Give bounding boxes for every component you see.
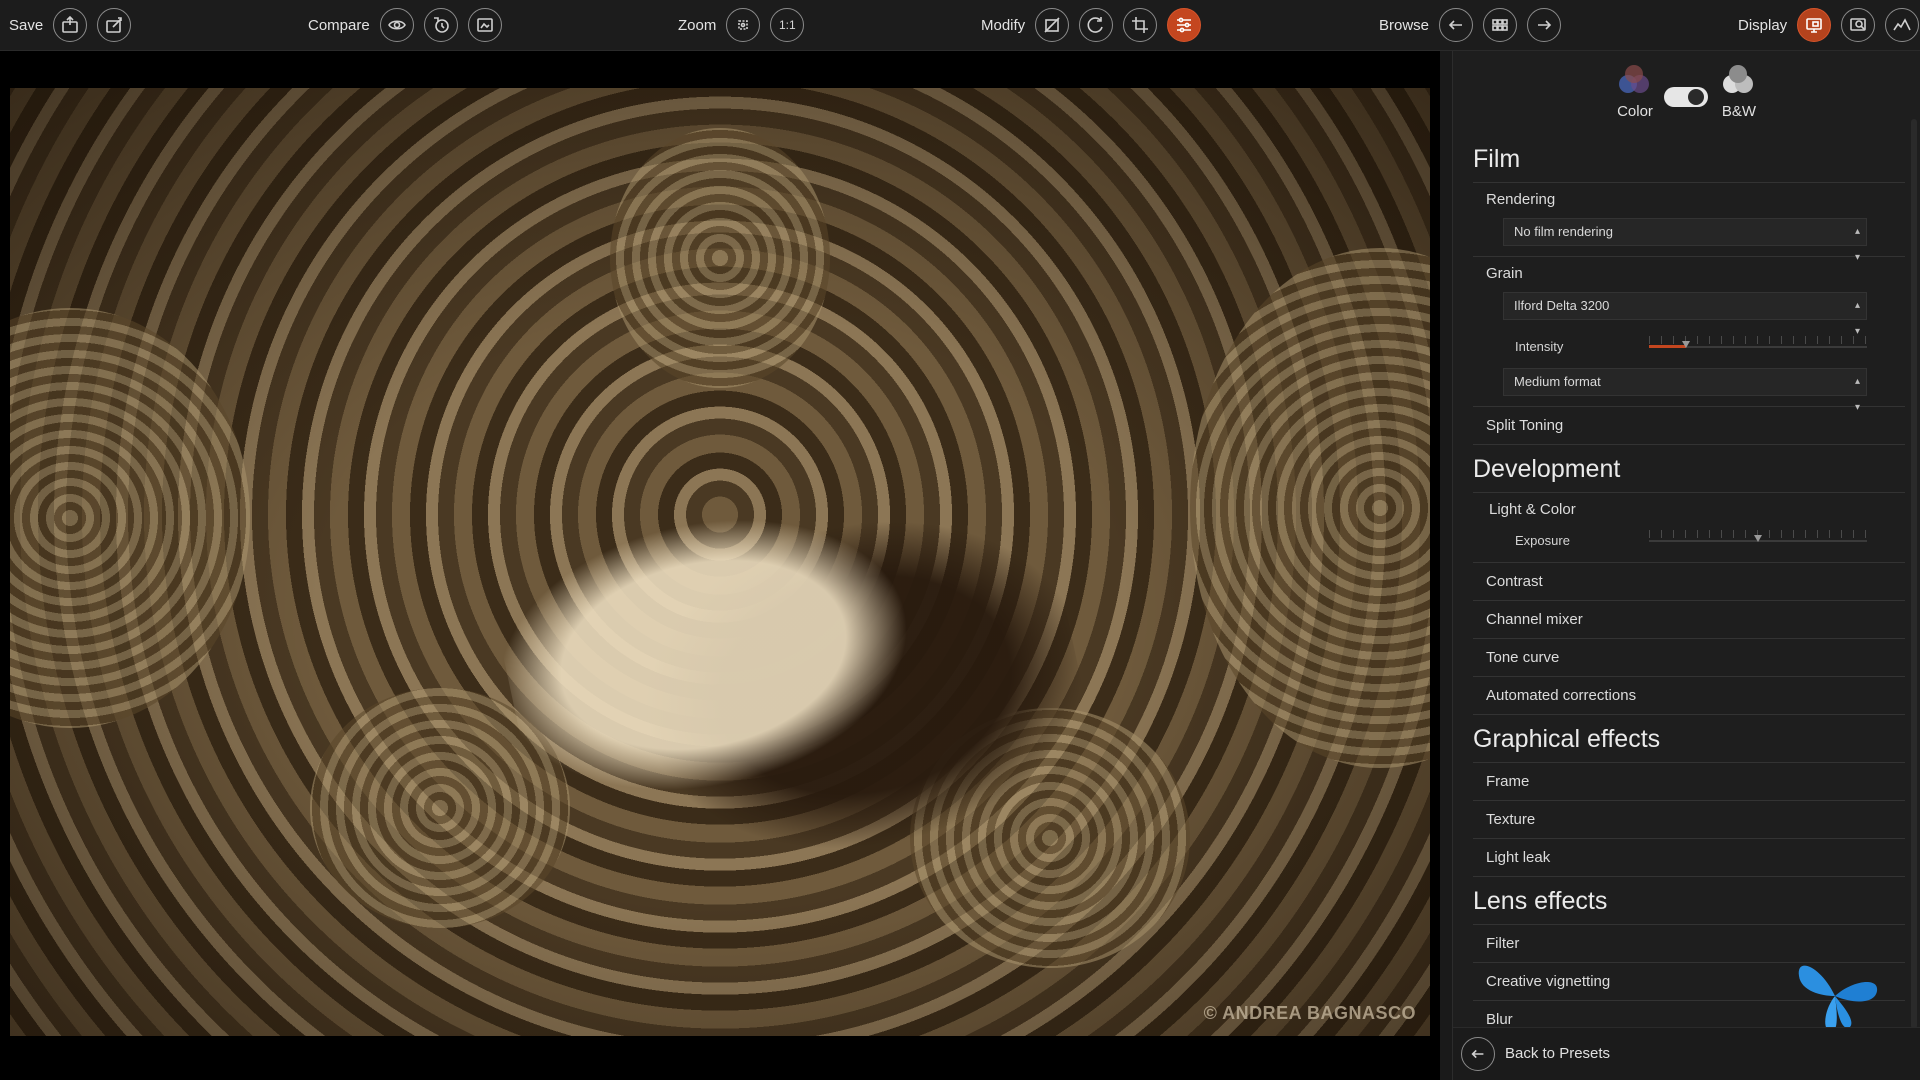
panel-scroll-area[interactable]: Film Rendering No film rendering ▴ ▾ Grai…	[1473, 135, 1905, 1025]
format-select-value: Medium format	[1514, 374, 1601, 389]
mosaic-swirl-left	[10, 308, 250, 728]
history-icon	[433, 17, 449, 33]
histogram-icon	[1893, 18, 1911, 31]
select-arrows-icon: ▴ ▾	[1854, 226, 1860, 263]
export-edit-icon	[106, 17, 123, 33]
image-viewer[interactable]: © ANDREA BAGNASCO	[0, 51, 1440, 1080]
mode-color-label: Color	[1617, 103, 1653, 120]
browse-previous-button[interactable]	[1439, 8, 1474, 42]
photo-copyright: © ANDREA BAGNASCO	[1203, 1003, 1416, 1023]
compare-history-button[interactable]	[423, 8, 458, 42]
exposure-handle[interactable]	[1754, 535, 1762, 542]
eye-icon	[387, 20, 406, 30]
compare-eye-button[interactable]	[379, 8, 414, 42]
color-circles-icon	[1615, 65, 1655, 99]
light-color-label[interactable]: Light & Color	[1473, 493, 1905, 524]
bw-circles-icon	[1719, 65, 1759, 99]
mode-bw-label: B&W	[1721, 103, 1757, 120]
browse-group: Browse	[1379, 7, 1562, 43]
zoom-label: Zoom	[678, 16, 717, 34]
frame-item[interactable]: Frame	[1473, 763, 1905, 801]
adjust-sliders-icon	[1177, 17, 1192, 33]
back-bar: Back to Presets	[1453, 1027, 1920, 1080]
texture-item[interactable]: Texture	[1473, 801, 1905, 839]
tone-curve-item[interactable]: Tone curve	[1473, 639, 1905, 677]
rendering-select[interactable]: No film rendering ▴ ▾	[1503, 218, 1867, 263]
adjust-button[interactable]	[1167, 8, 1202, 42]
export-image-icon	[62, 15, 79, 33]
modify-group: Modify	[981, 7, 1202, 43]
mosaic-swirl-top	[610, 128, 830, 388]
zoom-one-to-one-label: 1:1	[779, 18, 796, 32]
display-group: Display	[1738, 7, 1920, 43]
grain-label: Grain	[1486, 265, 1523, 282]
zoom-one-to-one-button[interactable]: 1:1	[770, 8, 805, 42]
mode-bw[interactable]: B&W	[1699, 65, 1779, 120]
select-arrows-icon: ▴ ▾	[1854, 376, 1860, 413]
zoom-group: Zoom 1:1	[678, 7, 805, 43]
crop-button[interactable]	[1123, 8, 1158, 42]
display-screen-icon	[1806, 18, 1822, 33]
zoom-fit-button[interactable]	[726, 8, 761, 42]
display-label: Display	[1738, 16, 1788, 34]
display-screen-button[interactable]	[1797, 8, 1832, 42]
straighten-button[interactable]	[1035, 8, 1070, 42]
split-view-icon	[476, 18, 493, 32]
back-to-presets-button[interactable]	[1461, 1037, 1495, 1071]
intensity-handle[interactable]	[1682, 341, 1691, 348]
loupe-icon	[1850, 18, 1866, 31]
settings-panel: Color B&W Film Rendering No film renderi…	[1452, 51, 1920, 1080]
format-select[interactable]: Medium format ▴ ▾	[1503, 368, 1867, 413]
arrow-left-icon	[1471, 1049, 1484, 1059]
crop-icon	[1132, 17, 1149, 33]
modify-label: Modify	[981, 16, 1026, 34]
export-edit-button[interactable]	[97, 8, 132, 42]
mosaic-swirl-right	[1190, 248, 1430, 768]
arrow-left-icon	[1448, 20, 1463, 30]
grain-select-value: Ilford Delta 3200	[1514, 298, 1610, 313]
exposure-label: Exposure	[1515, 533, 1570, 548]
straighten-icon	[1044, 17, 1060, 33]
compare-group: Compare	[308, 7, 502, 43]
section-graphical-title: Graphical effects	[1473, 715, 1905, 763]
section-lens-title: Lens effects	[1473, 877, 1905, 925]
butterfly-logo-icon	[1798, 965, 1878, 1032]
photo[interactable]: © ANDREA BAGNASCO	[10, 88, 1430, 1036]
browse-grid-button[interactable]	[1483, 8, 1518, 42]
arrow-right-icon	[1538, 20, 1552, 30]
section-development-title: Development	[1473, 445, 1905, 493]
grain-select[interactable]: Ilford Delta 3200 ▴ ▾	[1503, 292, 1867, 337]
intensity-label: Intensity	[1515, 339, 1564, 354]
section-film-title: Film	[1473, 135, 1905, 183]
display-loupe-button[interactable]	[1841, 8, 1876, 42]
save-label: Save	[9, 16, 44, 34]
back-to-presets-label[interactable]: Back to Presets	[1505, 1045, 1610, 1062]
toolbar: Save Compare Zoom 1:1 Modify Browse Disp…	[0, 0, 1920, 51]
compare-split-button[interactable]	[467, 8, 502, 42]
browse-label: Browse	[1379, 16, 1430, 34]
save-group: Save	[9, 7, 132, 43]
split-toning-item[interactable]: Split Toning	[1473, 407, 1905, 445]
light-leak-item[interactable]: Light leak	[1473, 839, 1905, 877]
grid-icon	[1492, 19, 1508, 31]
panel-scrollbar[interactable]	[1911, 119, 1917, 1029]
contrast-item[interactable]: Contrast	[1473, 563, 1905, 601]
intensity-slider-row: Intensity	[1503, 330, 1905, 364]
automated-corrections-item[interactable]: Automated corrections	[1473, 677, 1905, 715]
zoom-fit-icon	[738, 20, 749, 30]
rotate-icon	[1087, 17, 1103, 33]
channel-mixer-item[interactable]: Channel mixer	[1473, 601, 1905, 639]
exposure-slider-row: Exposure	[1503, 524, 1905, 558]
rotate-button[interactable]	[1079, 8, 1114, 42]
mode-color[interactable]: Color	[1595, 65, 1675, 120]
export-image-button[interactable]	[53, 8, 88, 42]
browse-next-button[interactable]	[1527, 8, 1562, 42]
display-histogram-button[interactable]	[1885, 8, 1920, 42]
rendering-label: Rendering	[1486, 191, 1556, 208]
color-mode-switch: Color B&W	[1453, 65, 1920, 135]
compare-label: Compare	[308, 16, 370, 34]
rendering-select-value: No film rendering	[1514, 224, 1613, 239]
intensity-fill	[1649, 345, 1687, 348]
